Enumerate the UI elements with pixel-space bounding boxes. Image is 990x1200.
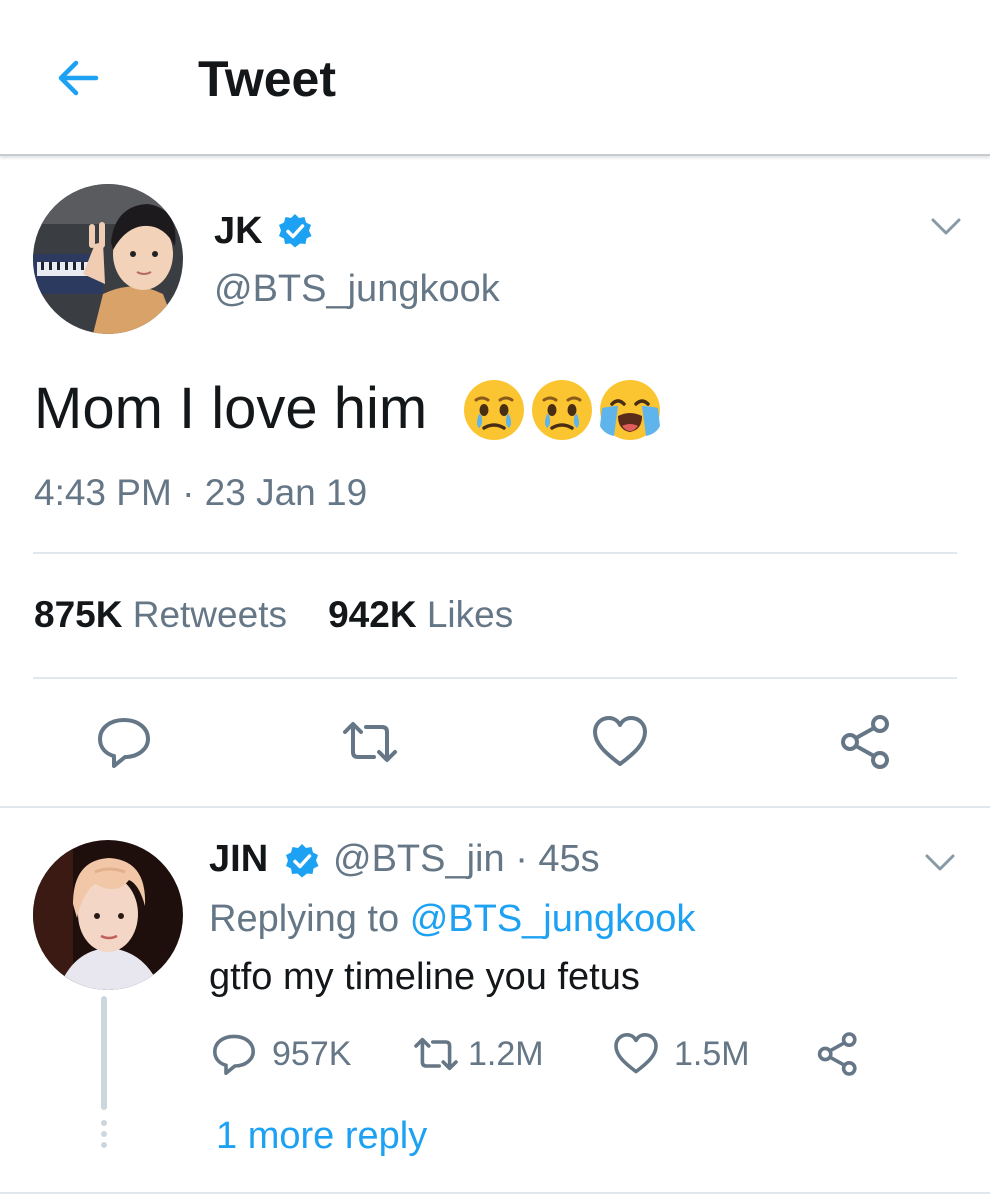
reply-icon [98,718,150,768]
mention-link[interactable]: @BTS_jungkook [410,898,696,940]
share-button[interactable] [836,712,896,772]
thread-dot [101,1131,107,1137]
reply-handle-time[interactable]: @BTS_jin · 45s [333,836,600,882]
like-button[interactable] [590,712,650,772]
retweet-icon [343,722,397,762]
reply-reply-button[interactable]: 957K [210,1030,351,1078]
tweet-text: Mom I love him [34,376,428,441]
tweet-timestamp: 4:43 PM · 23 Jan 19 [34,472,368,513]
replying-to: Replying to @BTS_jungkook [209,898,696,940]
tweet-stats: 875K Retweets 942K Likes [34,592,513,638]
author-name[interactable]: JK [214,208,263,254]
likes-stat[interactable]: 942K Likes [328,594,513,635]
reply-count: 957K [272,1035,352,1073]
reply-options-button[interactable] [922,844,958,880]
tweet-emojis [462,378,662,444]
retweet-count: 1.2M [468,1035,544,1073]
verified-badge-icon [283,842,321,880]
page-title: Tweet [198,51,336,107]
heart-icon [614,1033,658,1074]
thread-line [101,996,107,1110]
retweet-button[interactable] [340,712,400,772]
chevron-down-icon [931,218,961,235]
thread-dot [101,1142,107,1148]
retweets-stat[interactable]: 875K Retweets [34,594,287,635]
tweet-options-button[interactable] [928,208,964,244]
avatar-photo [33,184,183,334]
chevron-down-icon [925,854,955,871]
loudly-crying-face-icon [598,378,662,442]
thread-dot [101,1120,107,1126]
share-icon [817,1032,857,1076]
top-bar: Tweet [0,0,990,156]
more-replies-link[interactable]: 1 more reply [216,1112,427,1160]
reply-retweet-button[interactable]: 1.2M [412,1030,544,1078]
avatar-photo [33,840,183,990]
arrow-left-icon [58,60,99,96]
retweet-icon [414,1037,458,1071]
share-icon [841,715,889,769]
back-button[interactable] [50,50,106,106]
reply-icon [213,1034,255,1075]
heart-icon [593,716,647,766]
reply-text: gtfo my timeline you fetus [209,956,640,998]
reply-like-button[interactable]: 1.5M [612,1030,750,1078]
divider [0,1192,990,1194]
author-handle[interactable]: @BTS_jungkook [214,266,500,312]
author-avatar[interactable] [33,184,183,334]
reply-author-avatar[interactable] [33,840,183,990]
divider [33,677,957,679]
divider [33,552,957,554]
like-count: 1.5M [674,1035,750,1073]
reply-author-name[interactable]: JIN [209,836,268,882]
crying-face-icon [462,378,526,442]
reply-button[interactable] [94,712,154,772]
reply-share-button[interactable] [814,1030,862,1078]
verified-badge-icon [276,212,314,250]
section-divider [0,806,990,808]
crying-face-icon [530,378,594,442]
